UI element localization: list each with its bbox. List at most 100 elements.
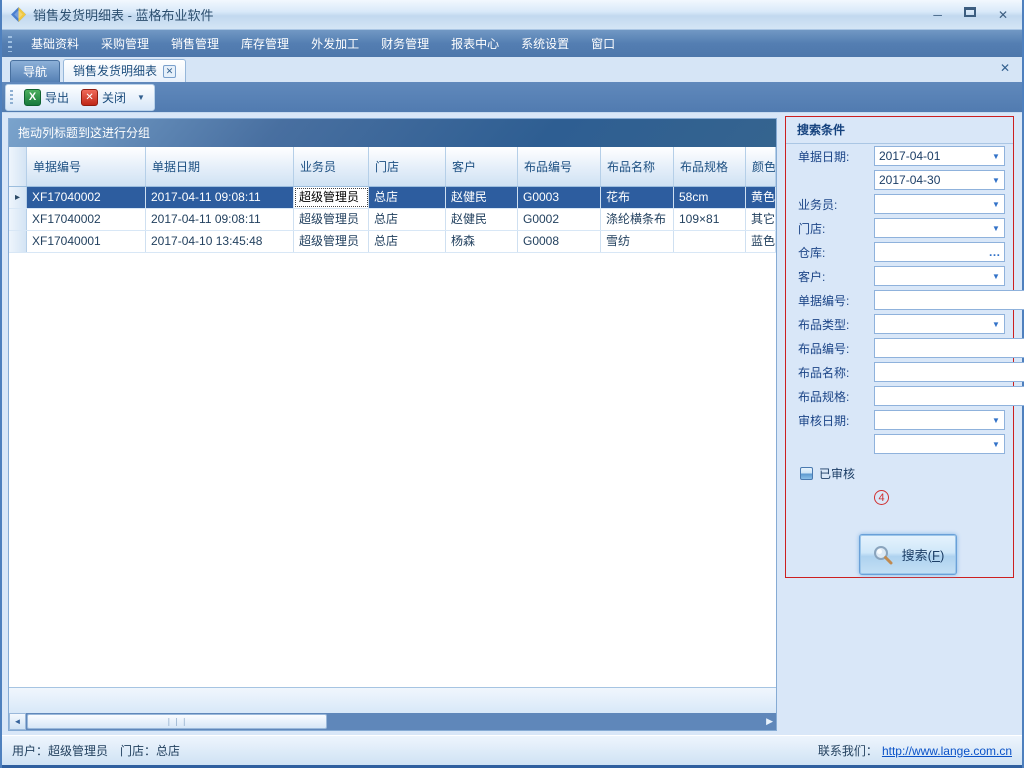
- menu-item-window[interactable]: 窗口: [580, 30, 626, 57]
- cell[interactable]: 涤纶横条布: [601, 209, 674, 230]
- menu-item-finance[interactable]: 财务管理: [370, 30, 440, 57]
- cell[interactable]: 109×81: [674, 209, 746, 230]
- cell-focused[interactable]: 超级管理员: [294, 187, 369, 208]
- scrollbar-thumb[interactable]: ❘❘❘: [27, 714, 327, 729]
- field-label: 单据编号:: [798, 292, 874, 309]
- website-link[interactable]: http://www.lange.com.cn: [882, 744, 1012, 758]
- menu-item-settings[interactable]: 系统设置: [510, 30, 580, 57]
- chevron-down-icon[interactable]: ▼: [988, 440, 1004, 449]
- column-header-customer[interactable]: 客户: [446, 147, 518, 186]
- close-dropdown-arrow-icon[interactable]: ▼: [134, 93, 148, 102]
- table-row[interactable]: XF17040001 2017-04-10 13:45:48 超级管理员 总店 …: [9, 231, 776, 253]
- chevron-down-icon[interactable]: ▼: [988, 200, 1004, 209]
- group-by-drop-zone[interactable]: 拖动列标题到这进行分组: [9, 119, 776, 147]
- fabric-type-combo[interactable]: ▼: [874, 314, 1005, 334]
- column-header-fabric-name[interactable]: 布品名称: [601, 147, 674, 186]
- tabstrip-close-icon[interactable]: ✕: [1000, 61, 1010, 75]
- cell[interactable]: XF17040001: [27, 231, 146, 252]
- column-header-doc-no[interactable]: 单据编号: [27, 147, 146, 186]
- field-label: 审核日期:: [798, 412, 874, 429]
- cell[interactable]: G0008: [518, 231, 601, 252]
- tab-navigation[interactable]: 导航: [10, 60, 60, 82]
- ellipsis-icon[interactable]: …: [986, 245, 1004, 259]
- audited-checkbox-row: 已审核: [786, 456, 1013, 482]
- cell[interactable]: 总店: [369, 187, 446, 208]
- cell[interactable]: 2017-04-11 09:08:11: [146, 187, 294, 208]
- store-combo[interactable]: ▼: [874, 218, 1005, 238]
- menu-item-base-data[interactable]: 基础资料: [20, 30, 90, 57]
- cell[interactable]: 其它: [746, 209, 776, 230]
- minimize-button[interactable]: ─: [933, 7, 942, 23]
- maximize-button[interactable]: [964, 7, 976, 17]
- cell[interactable]: XF17040002: [27, 209, 146, 230]
- doc-no-input[interactable]: [874, 290, 1024, 310]
- column-header-color[interactable]: 颜色: [746, 147, 776, 186]
- cell[interactable]: 赵健民: [446, 187, 518, 208]
- cell[interactable]: 蓝色: [746, 231, 776, 252]
- close-tab-button[interactable]: ✕ 关闭: [77, 87, 130, 108]
- cell[interactable]: G0002: [518, 209, 601, 230]
- cell[interactable]: G0003: [518, 187, 601, 208]
- warehouse-picker[interactable]: …: [874, 242, 1005, 262]
- cell[interactable]: 花布: [601, 187, 674, 208]
- cell[interactable]: 赵健民: [446, 209, 518, 230]
- fabric-spec-input[interactable]: [874, 386, 1024, 406]
- cell[interactable]: 超级管理员: [294, 231, 369, 252]
- scroll-left-arrow-icon[interactable]: ◄: [9, 713, 26, 730]
- cell[interactable]: 总店: [369, 231, 446, 252]
- menu-item-outsourcing[interactable]: 外发加工: [300, 30, 370, 57]
- menu-item-inventory[interactable]: 库存管理: [230, 30, 300, 57]
- chevron-down-icon[interactable]: ▼: [988, 152, 1004, 161]
- cell[interactable]: 总店: [369, 209, 446, 230]
- tab-label: 销售发货明细表: [73, 60, 157, 82]
- export-button[interactable]: X 导出: [20, 87, 73, 108]
- menu-item-purchase[interactable]: 采购管理: [90, 30, 160, 57]
- doc-date-from-combo[interactable]: 2017-04-01 ▼: [874, 146, 1005, 166]
- tab-close-icon[interactable]: ✕: [163, 65, 176, 78]
- column-header-fabric-spec[interactable]: 布品规格: [674, 147, 746, 186]
- chevron-down-icon[interactable]: ▼: [988, 224, 1004, 233]
- chevron-down-icon[interactable]: ▼: [988, 176, 1004, 185]
- fabric-name-input[interactable]: [874, 362, 1024, 382]
- table-row[interactable]: ▸ XF17040002 2017-04-11 09:08:11 超级管理员 总…: [9, 187, 776, 209]
- status-bar: 用户：超级管理员 门店：总店 联系我们： http://www.lange.co…: [2, 735, 1022, 765]
- column-header-doc-date[interactable]: 单据日期: [146, 147, 294, 186]
- chevron-down-icon[interactable]: ▼: [988, 272, 1004, 281]
- salesman-combo[interactable]: ▼: [874, 194, 1005, 214]
- doc-date-to-combo[interactable]: 2017-04-30 ▼: [874, 170, 1005, 190]
- fabric-code-input[interactable]: [874, 338, 1024, 358]
- audited-checkbox[interactable]: [800, 467, 813, 480]
- column-header-store[interactable]: 门店: [369, 147, 446, 186]
- cell[interactable]: XF17040002: [27, 187, 146, 208]
- cell[interactable]: 58cm: [674, 187, 746, 208]
- title-bar: 销售发货明细表 - 蓝格布业软件 ─ ✕: [2, 0, 1022, 30]
- audit-date-from-combo[interactable]: ▼: [874, 410, 1005, 430]
- toolbar-grip: [10, 90, 13, 105]
- menu-item-reports[interactable]: 报表中心: [440, 30, 510, 57]
- menu-item-sales[interactable]: 销售管理: [160, 30, 230, 57]
- customer-combo[interactable]: ▼: [874, 266, 1005, 286]
- cell[interactable]: [674, 231, 746, 252]
- search-button[interactable]: 搜索(F): [859, 534, 957, 575]
- data-grid: 拖动列标题到这进行分组 单据编号 单据日期 业务员 门店 客户 布品编号 布品名…: [8, 118, 777, 731]
- field-row-fabric-spec: 布品规格:: [786, 384, 1013, 408]
- export-label: 导出: [45, 89, 69, 106]
- cell[interactable]: 2017-04-10 13:45:48: [146, 231, 294, 252]
- cell[interactable]: 杨森: [446, 231, 518, 252]
- column-header-salesman[interactable]: 业务员: [294, 147, 369, 186]
- search-panel-title: 搜索条件: [786, 117, 1013, 144]
- cell[interactable]: 超级管理员: [294, 209, 369, 230]
- cell[interactable]: 黄色: [746, 187, 776, 208]
- cell[interactable]: 雪纺: [601, 231, 674, 252]
- tab-sales-delivery-report[interactable]: 销售发货明细表 ✕: [63, 59, 186, 82]
- table-row[interactable]: XF17040002 2017-04-11 09:08:11 超级管理员 总店 …: [9, 209, 776, 231]
- chevron-down-icon[interactable]: ▼: [988, 320, 1004, 329]
- scroll-right-arrow-icon[interactable]: ▶: [766, 716, 773, 727]
- cell[interactable]: 2017-04-11 09:08:11: [146, 209, 294, 230]
- close-button[interactable]: ✕: [998, 7, 1008, 23]
- chevron-down-icon[interactable]: ▼: [988, 416, 1004, 425]
- column-header-fabric-code[interactable]: 布品编号: [518, 147, 601, 186]
- field-label: 布品规格:: [798, 388, 874, 405]
- horizontal-scrollbar[interactable]: ◄ ❘❘❘ ▶: [9, 713, 776, 730]
- audit-date-to-combo[interactable]: ▼: [874, 434, 1005, 454]
